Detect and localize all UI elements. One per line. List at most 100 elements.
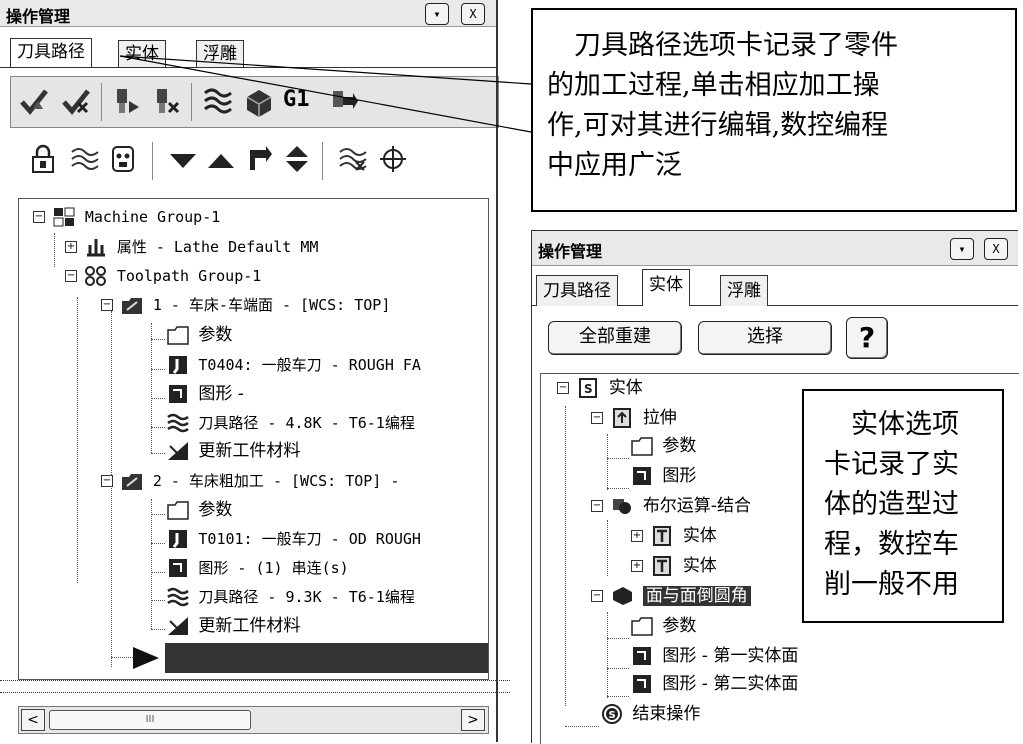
insert-position-bar[interactable] bbox=[165, 643, 488, 673]
select-button[interactable]: 选择 bbox=[698, 321, 832, 355]
deselect-check-icon[interactable] bbox=[61, 87, 91, 117]
collapse-icon[interactable]: − bbox=[591, 412, 603, 424]
tree-node-parameters[interactable]: 参数 bbox=[631, 434, 696, 458]
tree-node-parameters[interactable]: 参数 bbox=[631, 614, 696, 638]
tree-label: 参数 bbox=[198, 500, 233, 520]
tree-node-solid-b[interactable]: + 实体 bbox=[631, 554, 717, 578]
collapse-icon[interactable]: − bbox=[65, 270, 77, 282]
tree-node-extrude[interactable]: − 拉伸 bbox=[591, 406, 677, 430]
tree-node-solids[interactable]: − S 实体 bbox=[557, 376, 643, 400]
collapse-icon[interactable]: − bbox=[557, 382, 569, 394]
regenerate-dirty-icon[interactable] bbox=[151, 87, 181, 117]
tree-node-parameters[interactable]: 参数 bbox=[167, 323, 232, 347]
collapse-icon[interactable]: − bbox=[591, 500, 603, 512]
tab-solids[interactable]: 实体 bbox=[118, 40, 166, 67]
dropdown-button[interactable]: ▾ bbox=[950, 238, 974, 260]
callout-line: 作,可对其进行编辑,数控编程 bbox=[547, 110, 889, 141]
tree-node-boolean-add[interactable]: − 布尔运算-结合 bbox=[591, 494, 751, 518]
toolbar-row-2 bbox=[10, 136, 497, 186]
end-operation-icon: S bbox=[602, 704, 622, 724]
rebuild-all-button[interactable]: 全部重建 bbox=[548, 321, 682, 355]
close-button[interactable]: X bbox=[461, 3, 485, 25]
tree-node-toolpath[interactable]: 刀具路径 - 4.8K - T6-1编程 bbox=[167, 411, 415, 435]
tree-label: 刀具路径 - 9.3K - T6-1编程 bbox=[198, 588, 415, 606]
tree-node-end-operation[interactable]: S 结束操作 bbox=[601, 702, 700, 726]
regenerate-tool-icon[interactable] bbox=[111, 87, 141, 117]
toolpath-wave-icon bbox=[167, 413, 189, 433]
collapse-icon[interactable]: − bbox=[33, 211, 45, 223]
tree-node-toolpath-group[interactable]: − Toolpath Group-1 bbox=[65, 264, 261, 288]
tree-node-geometry-second-face[interactable]: 图形 - 第二实体面 bbox=[631, 672, 798, 696]
tree-label: T0101: 一般车刀 - OD ROUGH bbox=[198, 530, 421, 548]
title-bar: 操作管理 ▾ X bbox=[532, 231, 1018, 266]
tree-node-toolpath[interactable]: 刀具路径 - 9.3K - T6-1编程 bbox=[167, 585, 415, 609]
solids-s-icon: S bbox=[579, 378, 598, 398]
insert-position-arrow-icon[interactable] bbox=[131, 645, 161, 671]
expand-icon[interactable]: + bbox=[631, 530, 643, 542]
tree-node-geometry[interactable]: 图形 - (1) 串连(s) bbox=[167, 556, 349, 580]
scroll-thumb[interactable]: III bbox=[49, 710, 251, 730]
insert-arrow-icon[interactable] bbox=[244, 144, 274, 174]
tab-relief[interactable]: 浮雕 bbox=[720, 275, 768, 306]
tree-node-tool[interactable]: T0101: 一般车刀 - OD ROUGH bbox=[167, 527, 421, 551]
verify-solid-icon[interactable] bbox=[243, 87, 273, 117]
tree-node-operation-1[interactable]: − 1 - 车床-车端面 - [WCS: TOP] bbox=[101, 293, 390, 317]
scroll-left-button[interactable]: < bbox=[21, 709, 45, 731]
tree-label: 实体 bbox=[682, 556, 717, 576]
tree-node-properties[interactable]: + 属性 - Lathe Default MM bbox=[65, 235, 318, 259]
post-g1-icon[interactable]: G1 bbox=[283, 87, 310, 112]
collapse-icon[interactable]: − bbox=[591, 590, 603, 602]
tree-node-geometry[interactable]: 图形 bbox=[631, 464, 696, 488]
tab-toolpaths[interactable]: 刀具路径 bbox=[10, 38, 92, 67]
tree-node-update-stock[interactable]: 更新工件材料 bbox=[167, 439, 300, 463]
move-down-icon[interactable] bbox=[168, 146, 198, 176]
target-icon[interactable] bbox=[378, 144, 408, 174]
backplot-icon[interactable] bbox=[203, 87, 233, 117]
tree-node-machine-group[interactable]: − Machine Group-1 bbox=[33, 205, 220, 229]
toolpath-tab-callout: 刀具路径选项卡记录了零件 的加工过程,单击相应加工操 作,可对其进行编辑,数控编… bbox=[531, 8, 1017, 212]
high-speed-icon[interactable] bbox=[329, 87, 359, 117]
parameters-folder-icon bbox=[631, 437, 653, 456]
callout-line: 削一般不用 bbox=[824, 569, 959, 600]
expand-icon[interactable]: + bbox=[631, 560, 643, 572]
close-button[interactable]: X bbox=[984, 238, 1008, 260]
operation-folder-icon bbox=[122, 298, 143, 314]
operation-folder-icon bbox=[122, 474, 143, 490]
tree-node-update-stock[interactable]: 更新工件材料 bbox=[167, 614, 300, 638]
horizontal-scrollbar[interactable]: < III > bbox=[18, 706, 489, 734]
tree-node-tool[interactable]: T0404: 一般车刀 - ROUGH FA bbox=[167, 353, 421, 377]
geometry-icon bbox=[169, 559, 187, 577]
tree-node-operation-2[interactable]: − 2 - 车床粗加工 - [WCS: TOP] - bbox=[101, 469, 399, 493]
lock-icon[interactable] bbox=[28, 144, 58, 174]
tree-label: 实体 bbox=[682, 526, 717, 546]
tree-node-geometry-first-face[interactable]: 图形 - 第一实体面 bbox=[631, 644, 798, 668]
tree-label: 2 - 车床粗加工 - [WCS: TOP] - bbox=[152, 472, 400, 490]
scroll-right-button[interactable]: > bbox=[461, 709, 485, 731]
move-up-icon[interactable] bbox=[206, 146, 236, 176]
callout-line: 卡记录了实 bbox=[824, 449, 959, 480]
select-all-check-icon[interactable] bbox=[19, 87, 49, 117]
toggle-display-icon[interactable] bbox=[108, 144, 138, 174]
toolpath-tree: − Machine Group-1 + 属性 - Lathe Default M… bbox=[18, 198, 489, 680]
svg-text:S: S bbox=[609, 710, 616, 721]
tab-relief[interactable]: 浮雕 bbox=[196, 40, 244, 67]
collapse-icon[interactable]: − bbox=[101, 475, 113, 487]
collapse-icon[interactable]: − bbox=[101, 299, 113, 311]
expand-collapse-icon[interactable] bbox=[282, 144, 312, 174]
tree-node-parameters[interactable]: 参数 bbox=[167, 498, 232, 522]
toggle-posting-icon[interactable] bbox=[70, 144, 100, 174]
help-button[interactable]: ? bbox=[846, 317, 888, 359]
tab-toolpaths[interactable]: 刀具路径 bbox=[536, 275, 618, 306]
toggle-select-wave-icon[interactable] bbox=[338, 144, 368, 174]
tree-node-face-fillet[interactable]: − 面与面倒圆角 bbox=[591, 584, 751, 608]
callout-line: 程，数控车 bbox=[824, 529, 959, 560]
tree-label: 图形 - 第一实体面 bbox=[662, 646, 799, 666]
expand-icon[interactable]: + bbox=[65, 241, 77, 253]
dropdown-button[interactable]: ▾ bbox=[425, 3, 449, 25]
tree-node-solid-a[interactable]: + 实体 bbox=[631, 524, 717, 548]
svg-text:S: S bbox=[584, 382, 593, 396]
tree-label: 参数 bbox=[662, 616, 697, 636]
tree-node-geometry[interactable]: 图形 - bbox=[167, 382, 244, 406]
tab-solids[interactable]: 实体 bbox=[642, 269, 690, 306]
geometry-icon bbox=[633, 467, 651, 485]
